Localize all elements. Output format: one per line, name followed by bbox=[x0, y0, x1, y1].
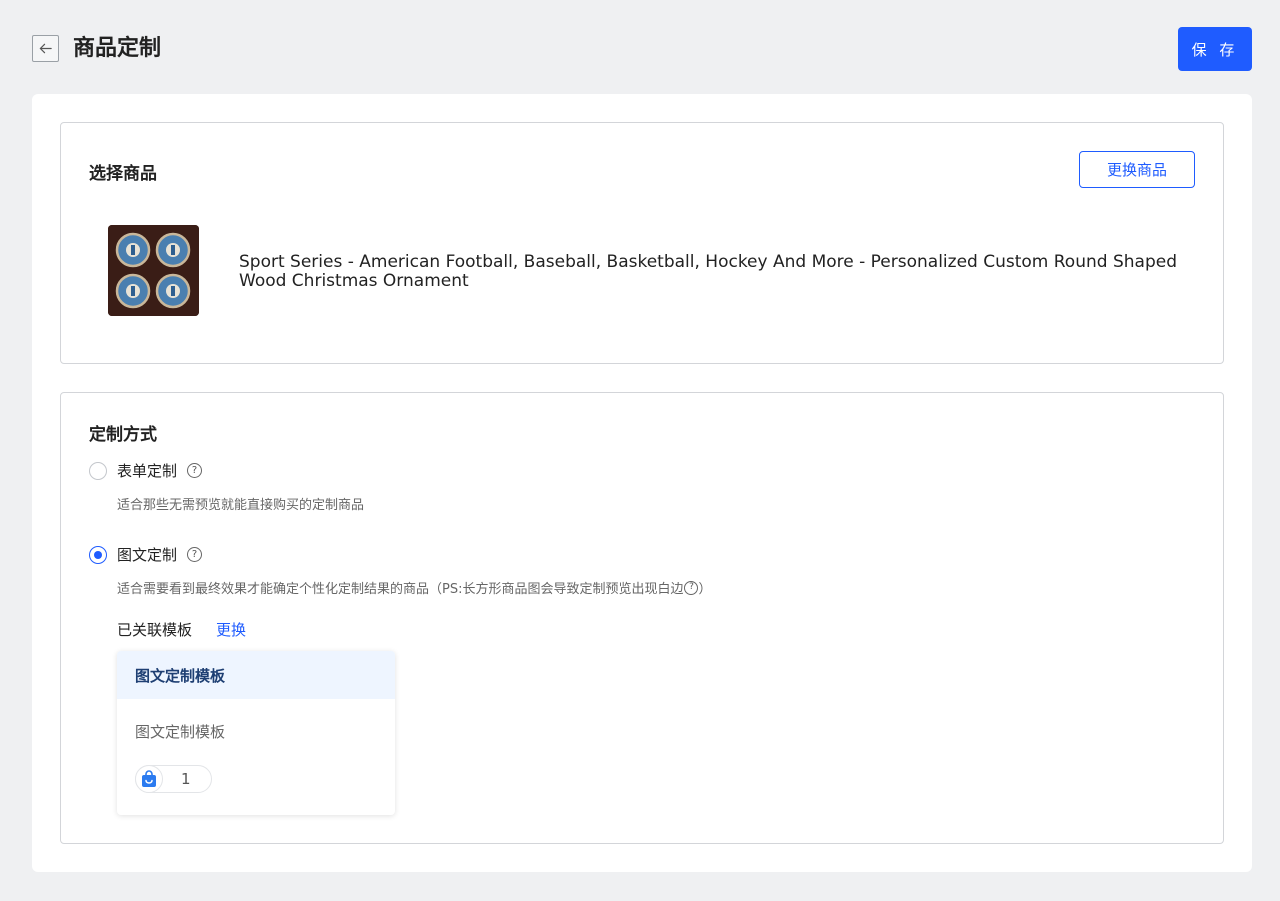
question-circle-icon[interactable]: ? bbox=[187, 547, 203, 562]
template-card-header: 图文定制模板 bbox=[117, 651, 395, 699]
linked-template-label: 已关联模板 bbox=[117, 621, 193, 639]
save-button[interactable]: 保 存 bbox=[1178, 27, 1252, 71]
page-title: 商品定制 bbox=[73, 36, 162, 61]
template-product-count: 1 bbox=[181, 770, 191, 788]
radio-form-custom[interactable] bbox=[89, 461, 107, 480]
product-section-title: 选择商品 bbox=[89, 164, 157, 184]
template-card[interactable]: 图文定制模板 图文定制模板 1 bbox=[117, 651, 395, 815]
option-image-text-custom[interactable]: 图文定制 ? bbox=[89, 544, 203, 565]
template-name: 图文定制模板 bbox=[135, 723, 226, 741]
option-description: 适合那些无需预览就能直接购买的定制商品 bbox=[117, 498, 365, 513]
top-bar: 商品定制 保 存 bbox=[0, 0, 1280, 94]
product-name: Sport Series - American Football, Baseba… bbox=[239, 252, 1177, 291]
change-product-button[interactable]: 更换商品 bbox=[1079, 151, 1195, 188]
radio-image-text-custom[interactable] bbox=[89, 545, 107, 564]
main-card: 选择商品 更换商品 Sport Series - American Footba… bbox=[32, 94, 1252, 872]
option-description-suffix: ） bbox=[698, 582, 712, 597]
option-description-text: 适合需要看到最终效果才能确定个性化定制结果的商品（PS:长方形商品图会导致定制预… bbox=[117, 582, 684, 597]
customization-section: 定制方式 表单定制 ? 适合那些无需预览就能直接购买的定制商品 图文定制 ? 适… bbox=[60, 392, 1224, 844]
shopping-bag-icon bbox=[135, 765, 163, 793]
option-description: 适合需要看到最终效果才能确定个性化定制结果的商品（PS:长方形商品图会导致定制预… bbox=[117, 578, 712, 597]
ornament-image bbox=[108, 225, 199, 316]
customization-section-title: 定制方式 bbox=[89, 425, 157, 445]
product-image[interactable] bbox=[108, 225, 199, 316]
question-circle-icon[interactable]: ? bbox=[187, 463, 203, 478]
back-button[interactable] bbox=[32, 35, 59, 62]
option-form-custom[interactable]: 表单定制 ? bbox=[89, 460, 203, 481]
product-section: 选择商品 更换商品 Sport Series - American Footba… bbox=[60, 122, 1224, 364]
change-template-link[interactable]: 更换 bbox=[216, 619, 246, 640]
template-product-counter: 1 bbox=[135, 765, 212, 793]
option-label: 表单定制 bbox=[117, 462, 178, 480]
option-label: 图文定制 bbox=[117, 546, 178, 564]
question-circle-icon[interactable]: ? bbox=[684, 580, 699, 595]
arrow-left-icon bbox=[39, 43, 52, 54]
